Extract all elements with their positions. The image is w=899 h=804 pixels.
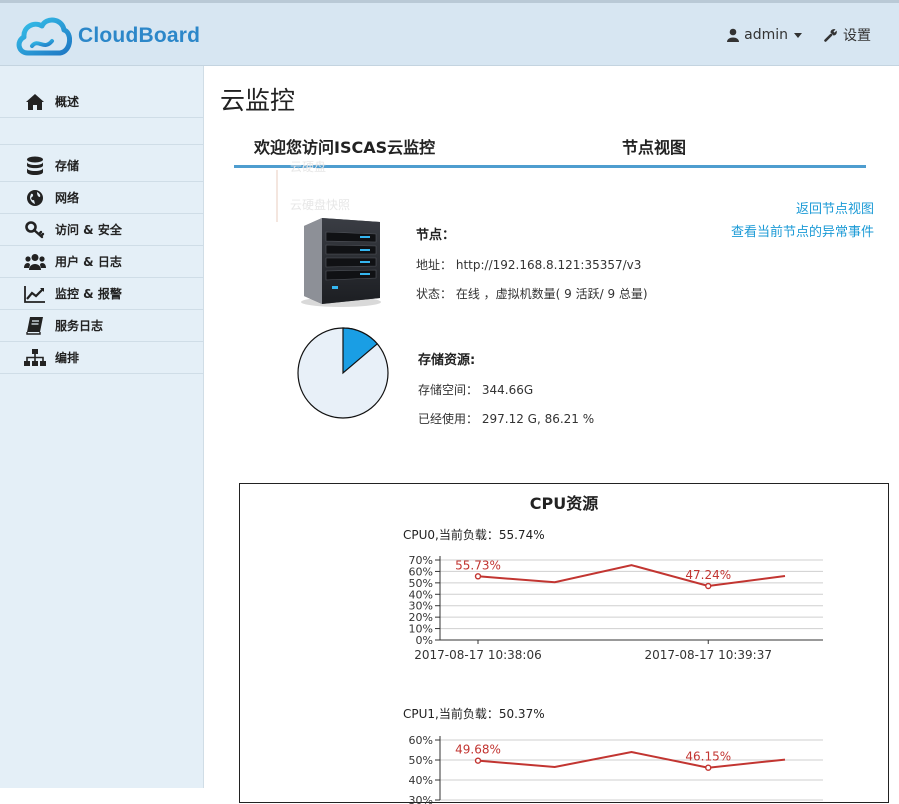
cpu-panel-title: CPU资源 [529,494,599,513]
key-icon [24,219,46,241]
storage-space-label: 存储空间： [418,383,479,397]
data-label: 55.73% [455,558,501,572]
data-label: 49.68% [455,743,501,757]
sidebar-item-monitoring-alerts[interactable]: 监控 & 报警 [0,278,204,310]
sidebar-item-storage[interactable]: 存储 [0,150,204,182]
tab-bar: 欢迎您访问ISCAS云监控 节点视图 [234,128,866,168]
y-tick-label: 30% [409,600,433,613]
username: admin [744,27,788,43]
y-tick-label: 30% [409,794,433,804]
y-tick-label: 70% [409,554,433,567]
book-icon [24,315,46,337]
storage-space-value: 344.66G [481,383,534,397]
sidebar-item-label: 网络 [55,191,80,205]
y-tick-label: 60% [409,565,433,578]
home-icon [24,91,46,113]
storage-used-value: 297.12 G, 86.21 % [481,412,595,426]
sidebar-item-service-logs[interactable]: 服务日志 [0,310,204,342]
node-status-label: 状态： [416,287,453,301]
sidebar-item-label: 概述 [55,95,80,109]
data-point [705,582,712,590]
y-tick-label: 50% [409,754,433,767]
tab-welcome[interactable]: 欢迎您访问ISCAS云监控 [254,134,435,158]
sidebar-item-label: 用户 & 日志 [55,255,122,269]
settings-button[interactable]: 设置 [824,25,871,45]
node-title: 节点： [416,228,456,243]
back-to-node-view-link[interactable]: 返回节点视图 [796,198,874,217]
sidebar-item-overview[interactable]: 概述 [0,86,204,118]
sidebar-item-label: 访问 & 安全 [55,223,122,237]
x-tick-label: 2017-08-17 10:38:06 [414,648,541,662]
ghost-menu-item: 云硬盘快照 [290,198,351,212]
data-label: 46.15% [685,750,731,764]
cloud-logo-icon [16,17,72,56]
sidebar-item-label: 编排 [55,351,80,365]
settings-label: 设置 [843,28,871,44]
sitemap-icon [24,347,46,369]
sidebar-item-users-logs[interactable]: 用户 & 日志 [0,246,204,278]
cpu0-line-chart: 0%10%20%30%40%50%60%70% 2017-08-17 10:38:… [409,554,823,662]
sidebar-item-label: 服务日志 [55,319,104,333]
node-address-label: 地址： [416,258,453,272]
y-tick-label: 40% [409,774,433,787]
y-tick-label: 60% [409,734,433,747]
wrench-icon [824,29,837,42]
ghost-divider [276,170,278,222]
node-events-link[interactable]: 查看当前节点的异常事件 [731,221,874,240]
user-icon [727,28,740,42]
data-point [474,573,482,580]
database-icon [24,155,46,177]
y-tick-label: 20% [409,611,433,624]
storage-title: 存储资源: [418,353,476,368]
sidebar-item-orchestration[interactable]: 编排 [0,342,204,374]
node-address: 地址： http://192.168.8.121:35357/v3 [416,256,641,273]
node-address-value: http://192.168.8.121:35357/v3 [455,258,642,272]
sidebar-item-label: 存储 [55,159,80,173]
brand-name: CloudBoard [78,24,201,47]
cpu1-line-chart: 30% 40% 50% 60% 49.68% 46.15% [409,734,823,804]
storage-space: 存储空间： 344.66G [418,381,533,398]
cpu-panel: CPU资源 CPU0,当前负载：55.74% CPU1,当前负载：50.37% … [239,483,889,804]
data-label: 47.24% [685,568,731,582]
sidebar-item-access-security[interactable]: 访问 & 安全 [0,214,204,246]
page-title: 云监控 [220,86,296,115]
server-icon [301,218,381,307]
storage-used-label: 已经使用： [418,412,479,426]
globe-icon [24,187,46,209]
node-status: 状态： 在线 ，虚拟机数量( 9 活跃/ 9 总量) [416,285,648,302]
storage-used: 已经使用： 297.12 G, 86.21 % [418,410,594,427]
data-point [705,764,712,771]
x-tick-label: 2017-08-17 10:39:37 [645,648,772,662]
cpu1-subtitle: CPU1,当前负载：50.37% [403,707,545,721]
y-tick-label: 50% [409,577,433,590]
y-tick-label: 10% [409,623,433,636]
top-header: CloudBoard admin 设置 [0,0,899,66]
node-status-value: 在线 ，虚拟机数量( 9 活跃/ 9 总量) [455,287,648,301]
sidebar-item-label: 监控 & 报警 [55,287,122,301]
ghost-menu-item: 云硬盘 [290,160,327,174]
sidebar: 概述 存储 网络 访问 & 安全 用户 & 日志 监控 & 报警 服务日志 编排 [0,66,204,788]
line-chart-icon [24,283,46,305]
y-tick-label: 40% [409,588,433,601]
user-menu[interactable]: admin [727,27,802,43]
divider [0,144,204,145]
logo[interactable]: CloudBoard [14,13,200,59]
sidebar-item-network[interactable]: 网络 [0,182,204,214]
users-icon [24,251,46,273]
data-point [474,757,482,764]
tab-node-view[interactable]: 节点视图 [622,134,686,158]
cpu0-subtitle: CPU0,当前负载：55.74% [403,528,545,542]
storage-pie-chart [297,327,389,419]
chevron-down-icon [794,32,802,38]
y-tick-label: 0% [416,634,433,647]
